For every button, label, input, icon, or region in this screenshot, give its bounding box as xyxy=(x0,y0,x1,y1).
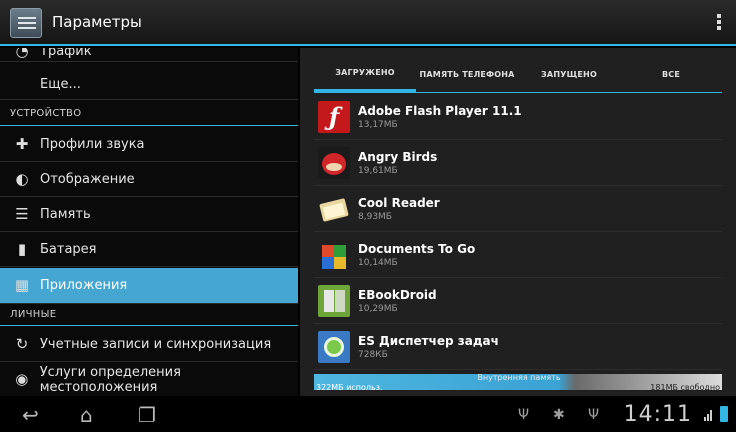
sidebar-item-label: Услуги определения местоположения xyxy=(39,364,181,395)
location-icon: ◉ xyxy=(15,370,29,388)
list-item[interactable]: Angry Birds 19,61МБ xyxy=(314,140,722,186)
sidebar-item-label: Отображение xyxy=(40,172,135,187)
tab-running[interactable]: ЗАПУЩЕНО xyxy=(518,56,620,92)
sidebar-item-battery[interactable]: ▮ Батарея xyxy=(0,233,298,267)
app-size: 13,17МБ xyxy=(358,119,398,130)
data-usage-icon: ◔ xyxy=(15,48,29,60)
sidebar-item-sound-profiles[interactable]: ✚ Профили звука xyxy=(0,128,298,162)
section-header-device: УСТРОЙСТВО xyxy=(0,104,298,126)
home-icon[interactable]: ⌂ xyxy=(80,405,93,425)
sidebar-item-data-usage[interactable]: ◔ Трафик xyxy=(0,48,298,62)
app-name: ES Диспетчер задач xyxy=(358,333,499,348)
app-size: 8,93МБ xyxy=(358,211,392,222)
sidebar-item-label: Учетные записи и синхронизация xyxy=(40,337,272,352)
list-item[interactable]: Documents To Go 10,14МБ xyxy=(314,232,722,278)
tab-divider xyxy=(314,92,722,93)
list-item[interactable]: ƒ Adobe Flash Player 11.1 13,17МБ xyxy=(314,94,722,140)
sidebar-item-label: Еще... xyxy=(40,77,81,92)
sidebar-item-label: Трафик xyxy=(40,48,92,59)
section-header-personal: ЛИЧНЫЕ xyxy=(0,306,298,326)
signal-icon xyxy=(704,410,712,421)
app-name: Angry Birds xyxy=(358,149,438,164)
list-item[interactable]: Cool Reader 8,93МБ xyxy=(314,186,722,232)
storage-free: 181МБ свободно xyxy=(650,383,720,392)
sound-icon: ✚ xyxy=(15,135,29,153)
angry-birds-icon xyxy=(318,146,350,179)
sidebar-item-apps[interactable]: ▦ Приложения xyxy=(0,268,298,304)
es-task-manager-icon xyxy=(318,330,350,363)
tab-downloaded[interactable]: ЗАГРУЖЕНО xyxy=(314,56,416,92)
app-name: Adobe Flash Player 11.1 xyxy=(358,103,522,118)
settings-app-icon[interactable] xyxy=(10,8,42,38)
battery-icon: ▮ xyxy=(17,240,27,258)
sidebar-item-label: Батарея xyxy=(40,242,97,257)
storage-label: Внутренняя память xyxy=(477,373,561,382)
documents-to-go-icon xyxy=(318,239,350,271)
sidebar-item-accounts-sync[interactable]: ↻ Учетные записи и синхронизация xyxy=(0,328,298,362)
battery-status-icon xyxy=(720,406,728,422)
ebookdroid-icon xyxy=(318,284,350,317)
sidebar-item-label: Приложения xyxy=(40,278,128,293)
app-size: 19,61МБ xyxy=(358,165,398,176)
status-clock[interactable]: 14:11 xyxy=(624,402,692,427)
app-name: Documents To Go xyxy=(358,241,476,256)
overflow-menu-icon[interactable] xyxy=(716,14,722,32)
usb-icon: Ψ xyxy=(518,407,530,423)
app-size: 10,14МБ xyxy=(358,257,398,268)
back-icon[interactable]: ↩ xyxy=(22,405,39,425)
list-item[interactable]: EBookDroid 10,29МБ xyxy=(314,278,722,324)
usb-storage-icon: Ψ xyxy=(588,407,600,423)
storage-bar: Внутренняя память 322МБ использ. 181МБ с… xyxy=(314,362,722,394)
app-name: Cool Reader xyxy=(358,195,440,210)
sync-icon: ↻ xyxy=(15,335,29,353)
app-size: 728КБ xyxy=(358,349,388,360)
recent-apps-icon[interactable]: ❐ xyxy=(138,405,156,425)
action-bar: Параметры xyxy=(0,0,736,46)
sidebar-item-location[interactable]: ◉ Услуги определения местоположения xyxy=(0,363,298,396)
apps-pane: ЗАГРУЖЕНО ПАМЯТЬ ТЕЛЕФОНА ЗАПУЩЕНО ВСЕ ƒ… xyxy=(300,48,736,396)
storage-icon: ☰ xyxy=(15,205,29,223)
tab-all[interactable]: ВСЕ xyxy=(620,56,722,92)
settings-list: ◔ Трафик Еще... УСТРОЙСТВО ✚ Профили зву… xyxy=(0,48,298,396)
system-bar: ↩ ⌂ ❐ Ψ ✱ Ψ 14:11 xyxy=(0,398,736,432)
display-icon: ◐ xyxy=(15,170,29,188)
app-size: 10,29МБ xyxy=(358,303,398,314)
storage-used: 322МБ использ. xyxy=(316,383,383,392)
sidebar-item-display[interactable]: ◐ Отображение xyxy=(0,163,298,197)
apps-tabs: ЗАГРУЖЕНО ПАМЯТЬ ТЕЛЕФОНА ЗАПУЩЕНО ВСЕ xyxy=(314,56,722,92)
action-bar-title: Параметры xyxy=(52,13,142,31)
sidebar-item-label: Профили звука xyxy=(40,137,145,152)
app-name: EBookDroid xyxy=(358,287,437,302)
app-list: ƒ Adobe Flash Player 11.1 13,17МБ Angry … xyxy=(314,94,722,370)
sidebar-item-storage[interactable]: ☰ Память xyxy=(0,198,298,232)
flash-icon: ƒ xyxy=(318,100,350,133)
debug-icon: ✱ xyxy=(553,407,565,423)
cool-reader-icon xyxy=(318,193,350,225)
tab-phone-storage[interactable]: ПАМЯТЬ ТЕЛЕФОНА xyxy=(416,56,518,92)
apps-icon: ▦ xyxy=(14,276,30,294)
sidebar-item-label: Память xyxy=(40,207,91,222)
sidebar-item-more[interactable]: Еще... xyxy=(0,70,298,100)
